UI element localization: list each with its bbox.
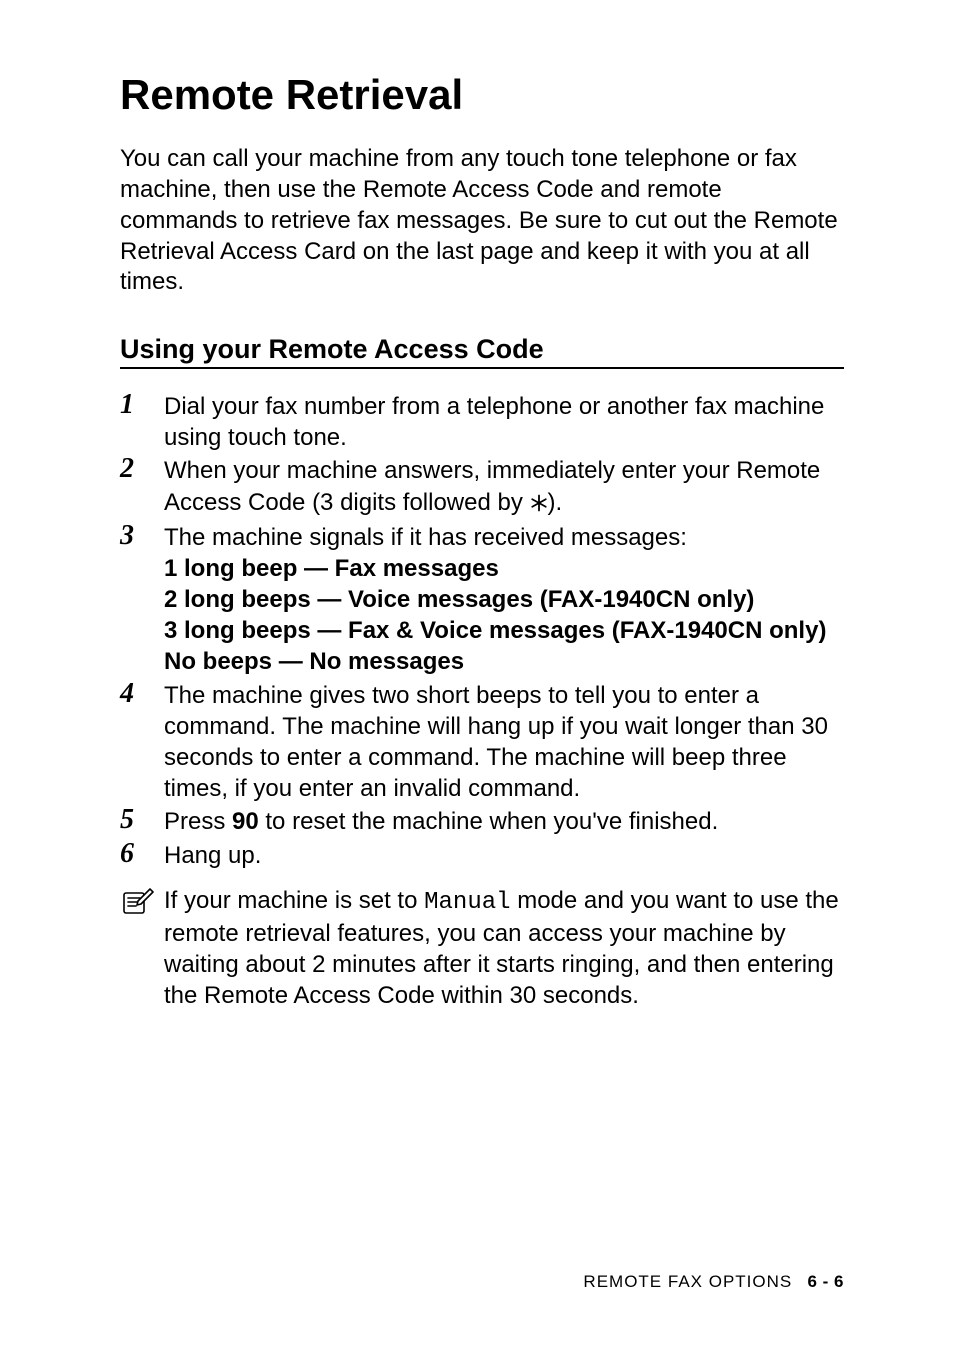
beep-signal-1: 1 long beep — Fax messages [164,553,844,584]
step-6: 6 Hang up. [120,840,844,871]
step-number: 2 [120,455,164,483]
step-number: 5 [120,806,164,834]
reset-code: 90 [232,808,259,835]
step-body: The machine signals if it has received m… [164,522,844,678]
step-2: 2 When your machine answers, immediately… [120,455,844,519]
manual-mode-literal: Manual [424,889,510,916]
beep-signal-none: No beeps — No messages [164,646,844,677]
note-body: If your machine is set to Manual mode an… [164,885,844,1012]
step-4: 4 The machine gives two short beeps to t… [120,680,844,805]
step-body: When your machine answers, immediately e… [164,455,844,519]
text-part: to reset the machine when you've finishe… [259,808,719,835]
step-text: Dial your fax number from a telephone or… [164,391,844,453]
note-text-part: If your machine is set to [164,887,424,914]
step-text: Hang up. [164,840,844,871]
step-number: 3 [120,522,164,550]
footer-page-number: 6 - 6 [807,1272,844,1291]
page-footer: REMOTE FAX OPTIONS 6 - 6 [583,1272,844,1292]
beep-signal-2: 2 long beeps — Voice messages (FAX-1940C… [164,584,844,615]
beep-signal-3: 3 long beeps — Fax & Voice messages (FAX… [164,615,844,646]
note-icon [120,885,164,922]
subheading: Using your Remote Access Code [120,334,844,369]
footer-section: REMOTE FAX OPTIONS [583,1272,792,1291]
step-text: The machine signals if it has received m… [164,522,844,553]
step-1: 1 Dial your fax number from a telephone … [120,391,844,453]
step-body: The machine gives two short beeps to tel… [164,680,844,805]
step-text: When your machine answers, immediately e… [164,455,844,519]
step-text: Press 90 to reset the machine when you'v… [164,806,844,837]
step-body: Hang up. [164,840,844,871]
step-body: Dial your fax number from a telephone or… [164,391,844,453]
step-number: 6 [120,840,164,868]
text-part: ). [548,489,563,516]
step-5: 5 Press 90 to reset the machine when you… [120,806,844,837]
star-key-icon [530,489,548,520]
step-body: Press 90 to reset the machine when you'v… [164,806,844,837]
step-list: 1 Dial your fax number from a telephone … [120,391,844,871]
page-title: Remote Retrieval [120,70,844,120]
intro-paragraph: You can call your machine from any touch… [120,144,844,298]
step-number: 4 [120,680,164,708]
text-part: Press [164,808,232,835]
step-3: 3 The machine signals if it has received… [120,522,844,678]
text-part: When your machine answers, immediately e… [164,457,820,515]
step-number: 1 [120,391,164,419]
note-block: If your machine is set to Manual mode an… [120,885,844,1012]
step-text: The machine gives two short beeps to tel… [164,680,844,805]
